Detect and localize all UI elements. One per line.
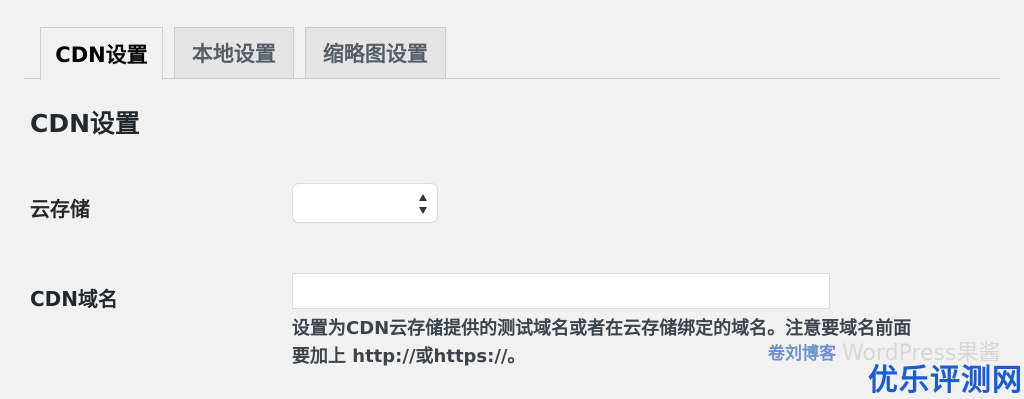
settings-tabs: CDN设置 本地设置 缩略图设置 <box>0 0 1024 80</box>
select-arrows-icon <box>419 194 427 214</box>
section-title: CDN设置 <box>30 109 141 138</box>
tab-thumbnail-settings[interactable]: 缩略图设置 <box>305 27 446 78</box>
tabs-divider <box>24 78 1000 79</box>
tab-cdn-settings[interactable]: CDN设置 <box>40 27 163 80</box>
watermark-site-name: 优乐评测网 <box>868 363 1023 398</box>
cdn-domain-label: CDN域名 <box>30 287 119 311</box>
cdn-domain-input[interactable] <box>292 273 830 309</box>
watermark-blog-prefix: 卷刘博客 <box>768 343 836 364</box>
cloud-storage-label: 云存储 <box>30 197 90 221</box>
cloud-storage-select[interactable] <box>292 183 438 223</box>
tab-local-settings[interactable]: 本地设置 <box>174 27 294 78</box>
